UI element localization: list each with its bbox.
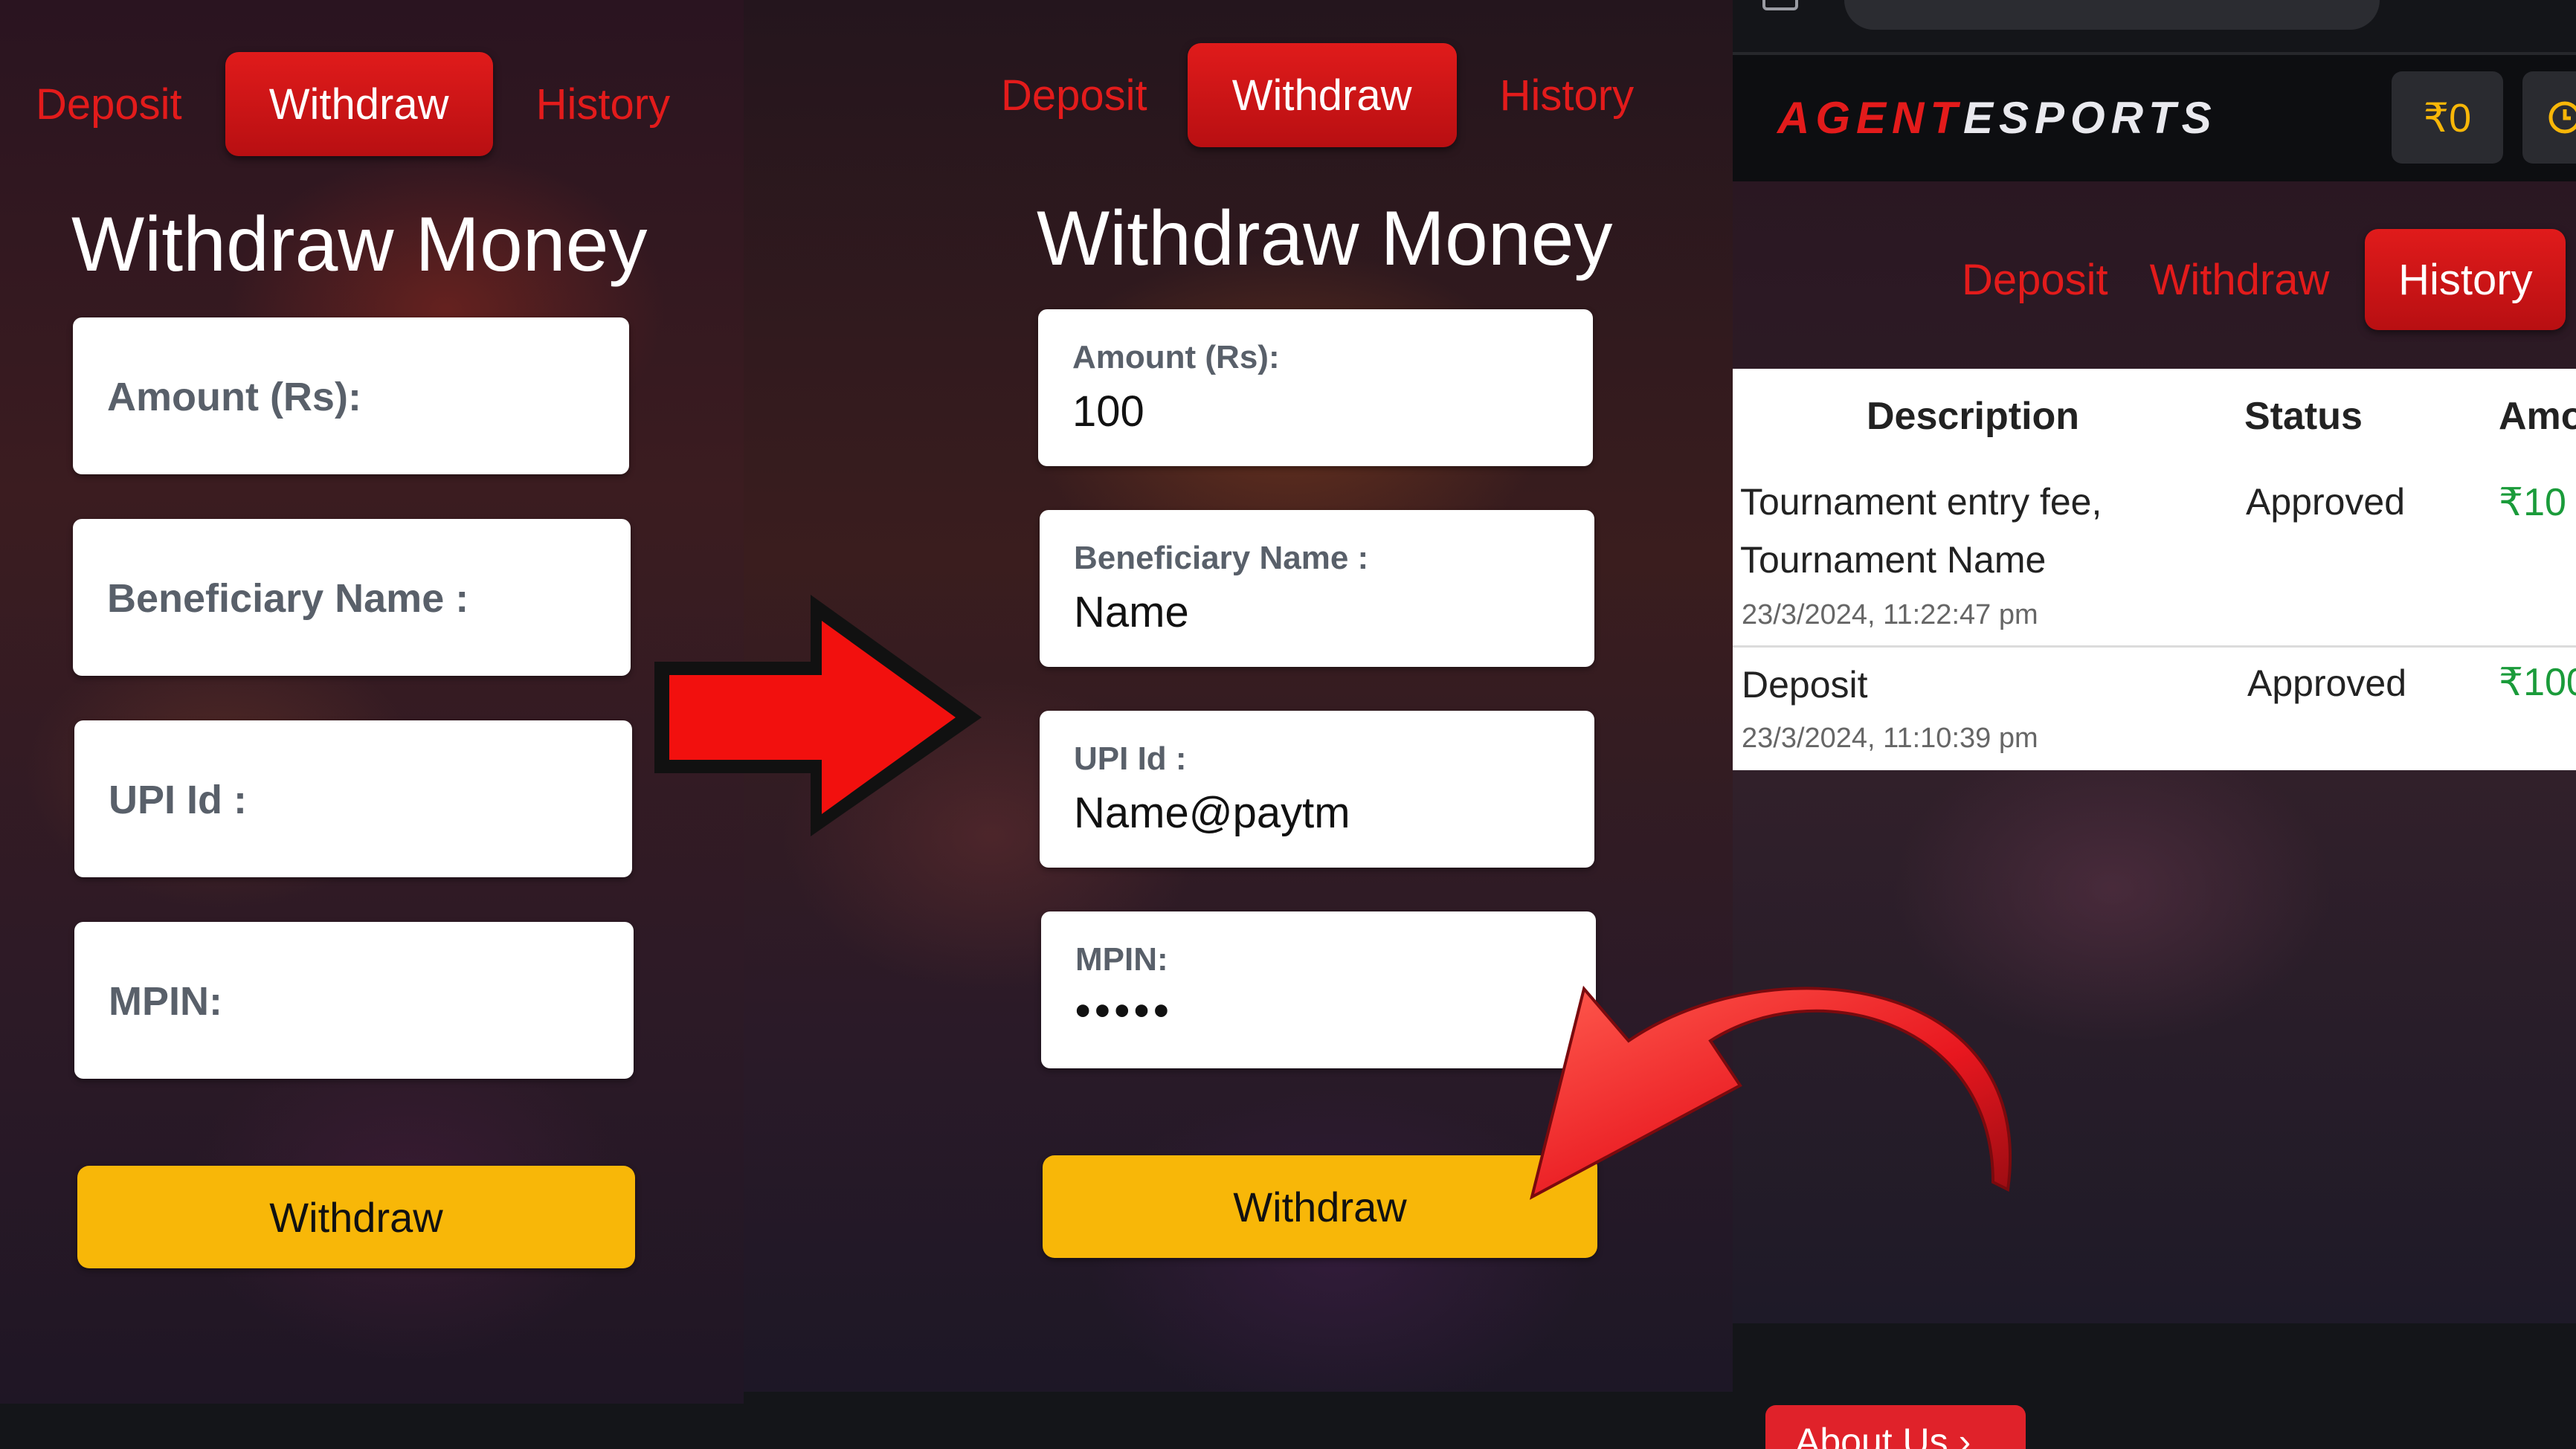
row-description-line2: Tournament Name bbox=[1740, 539, 2047, 581]
row-status: Approved bbox=[2246, 481, 2406, 523]
row-amount: ₹100 bbox=[2499, 661, 2576, 704]
clock-icon bbox=[2548, 101, 2576, 134]
upi-id-label: UPI Id : bbox=[1074, 740, 1187, 777]
tab-history[interactable]: History bbox=[514, 52, 692, 156]
upi-id-field[interactable]: UPI Id : bbox=[74, 720, 632, 877]
upi-id-label: UPI Id : bbox=[109, 778, 247, 822]
withdraw-button[interactable]: Withdraw bbox=[77, 1166, 635, 1268]
row-timestamp: 23/3/2024, 11:22:47 pm bbox=[1742, 599, 2038, 630]
mpin-label: MPIN: bbox=[109, 979, 222, 1024]
wallet-tabs: Deposit Withdraw History bbox=[15, 52, 692, 156]
about-us-button[interactable]: About Us › bbox=[1765, 1405, 2026, 1449]
row-status: Approved bbox=[2247, 662, 2407, 704]
mpin-value: ••••• bbox=[1075, 987, 1173, 1035]
chevron-right-icon: › bbox=[1958, 1421, 1971, 1449]
tab-history[interactable]: History bbox=[1478, 43, 1656, 147]
beneficiary-name-field[interactable]: Beneficiary Name : Name bbox=[1040, 510, 1594, 667]
curved-arrow-icon bbox=[1529, 985, 2012, 1200]
amount-label: Amount (Rs): bbox=[1072, 339, 1280, 375]
beneficiary-name-value: Name bbox=[1074, 588, 1189, 636]
tab-deposit[interactable]: Deposit bbox=[15, 52, 203, 156]
tabs-icon[interactable] bbox=[1762, 0, 1798, 10]
row-amount: ₹10 bbox=[2499, 481, 2566, 524]
upi-id-field[interactable]: UPI Id : Name@paytm bbox=[1040, 711, 1594, 868]
address-bar[interactable] bbox=[1844, 0, 2380, 30]
tab-withdraw[interactable]: Withdraw bbox=[225, 52, 493, 156]
empty-withdraw-panel: Deposit Withdraw History Withdraw Money … bbox=[0, 0, 744, 1404]
wallet-tabs: Deposit Withdraw History bbox=[980, 43, 1656, 147]
transaction-history-table: Description Status Amo Tournament entry … bbox=[1733, 369, 2576, 770]
app-header: AGENTESPORTS ₹0 bbox=[1733, 52, 2576, 181]
row-timestamp: 23/3/2024, 11:10:39 pm bbox=[1742, 723, 2038, 754]
right-arrow-icon bbox=[654, 595, 982, 836]
page-title: Withdraw Money bbox=[1037, 196, 1613, 282]
wallet-tabs: Deposit Withdraw History bbox=[1941, 229, 2566, 330]
beneficiary-name-field[interactable]: Beneficiary Name : bbox=[73, 519, 631, 676]
tab-history[interactable]: History bbox=[2365, 229, 2566, 330]
row-description: Deposit bbox=[1742, 664, 1868, 706]
page-title: Withdraw Money bbox=[71, 201, 648, 288]
beneficiary-name-label: Beneficiary Name : bbox=[1074, 540, 1369, 576]
column-header-status: Status bbox=[2244, 395, 2363, 438]
brand-logo[interactable]: AGENTESPORTS bbox=[1777, 92, 2218, 143]
tab-deposit[interactable]: Deposit bbox=[1941, 229, 2129, 330]
column-header-description: Description bbox=[1867, 395, 2080, 438]
wallet-balance[interactable]: ₹0 bbox=[2392, 71, 2503, 164]
tab-withdraw[interactable]: Withdraw bbox=[2129, 229, 2351, 330]
clock-icon-button[interactable] bbox=[2522, 71, 2576, 164]
tab-deposit[interactable]: Deposit bbox=[980, 43, 1168, 147]
mpin-field[interactable]: MPIN: ••••• bbox=[1041, 911, 1596, 1068]
beneficiary-name-label: Beneficiary Name : bbox=[107, 576, 469, 621]
amount-field[interactable]: Amount (Rs): bbox=[73, 317, 629, 474]
mpin-field[interactable]: MPIN: bbox=[74, 922, 634, 1079]
amount-value: 100 bbox=[1072, 387, 1144, 436]
amount-label: Amount (Rs): bbox=[107, 375, 361, 419]
tab-withdraw[interactable]: Withdraw bbox=[1187, 43, 1457, 147]
column-header-amount: Amo bbox=[2499, 395, 2576, 438]
row-divider bbox=[1733, 645, 2576, 648]
withdraw-button[interactable]: Withdraw bbox=[1043, 1155, 1597, 1258]
amount-field[interactable]: Amount (Rs): 100 bbox=[1038, 309, 1593, 466]
history-panel: AGENTESPORTS ₹0 Deposit Withdraw History… bbox=[1733, 0, 2576, 1449]
mpin-label: MPIN: bbox=[1075, 941, 1168, 978]
row-description: Tournament entry fee, bbox=[1740, 481, 2102, 523]
upi-id-value: Name@paytm bbox=[1074, 789, 1350, 837]
